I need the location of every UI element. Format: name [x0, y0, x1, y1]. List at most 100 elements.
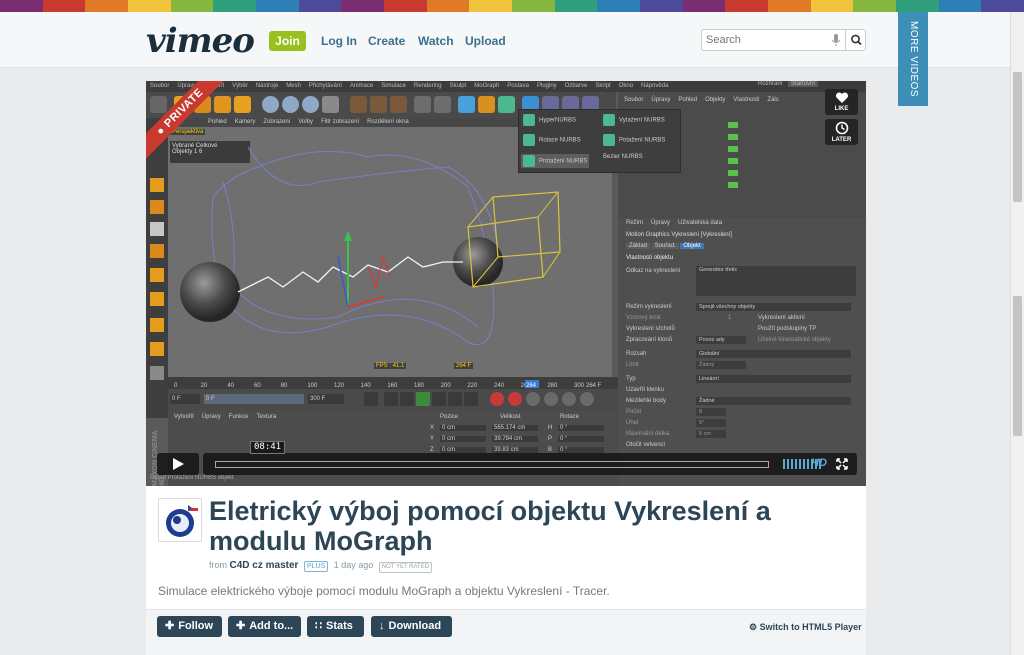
check-icon: [728, 182, 738, 188]
stripe-segment: [298, 0, 342, 12]
attr-row-value[interactable]: Žádné: [696, 397, 851, 405]
nurbs-item-label: Rotace NURBS: [539, 137, 581, 144]
object-manager-tab: Vlastnosti: [733, 97, 760, 103]
attr-subtab[interactable]: Základ: [626, 243, 651, 249]
frame-start-field[interactable]: 0 F: [170, 394, 200, 404]
coord-cell: P: [548, 436, 553, 442]
prev-frame-icon[interactable]: [400, 392, 414, 406]
play-icon[interactable]: [416, 392, 430, 406]
scale-key-icon[interactable]: [562, 392, 576, 406]
coord-cell[interactable]: 39.784 cm: [492, 436, 538, 442]
html5-switch-link[interactable]: ⚙ Switch to HTML5 Player: [749, 622, 862, 633]
attr-row-label: Typ: [626, 376, 636, 382]
nav-create-link[interactable]: Create: [368, 34, 405, 48]
tool-icon: [150, 318, 164, 332]
c4d-menu-item: Přichytávání: [308, 83, 342, 89]
cinema4d-logo-icon: [166, 505, 198, 537]
stats-button[interactable]: ∷ Stats: [307, 616, 364, 637]
attr-row-value[interactable]: 8: [696, 408, 726, 416]
clock-icon: [835, 121, 848, 135]
nurbs-item[interactable]: Vytažení NURBS: [603, 114, 665, 126]
attr-row-value[interactable]: Globální: [696, 350, 851, 358]
coord-cell[interactable]: 0 °: [558, 436, 604, 442]
attr-row-value[interactable]: Lineární: [696, 375, 851, 383]
nav-login-link[interactable]: Log In: [321, 34, 357, 48]
stripe-segment: [341, 0, 385, 12]
frame-range-field[interactable]: 0 F: [204, 394, 304, 404]
like-label: LIKE: [834, 106, 849, 112]
attr-right-label: Účelné kinematické objekty: [758, 337, 831, 343]
attr-row-value[interactable]: 5 cm: [696, 430, 726, 438]
stripe-segment: [85, 0, 129, 12]
stripe-segment: [896, 0, 939, 12]
nurbs-item[interactable]: HyperNURBS: [523, 114, 576, 126]
nurbs-item-label: Protažení NURBS: [539, 158, 588, 165]
scrollbar-thumb[interactable]: [1013, 72, 1022, 202]
watch-later-button[interactable]: LATER: [825, 119, 858, 145]
coord-cell[interactable]: 0 cm: [440, 425, 486, 431]
attr-row-value[interactable]: Žádný: [696, 361, 746, 369]
next-frame-icon[interactable]: [432, 392, 446, 406]
nav-watch-link[interactable]: Watch: [418, 34, 454, 48]
stripe-segment: [640, 0, 683, 12]
keyframe-icon[interactable]: [526, 392, 540, 406]
attr-row-value[interactable]: 5°: [696, 419, 726, 427]
author-avatar[interactable]: [158, 498, 202, 542]
nurbs-dropdown-menu[interactable]: HyperNURBS Vytažení NURBS Rotace NURBS P…: [518, 109, 681, 173]
record-icon[interactable]: [490, 392, 504, 406]
attr-section: Vlastnosti objektu: [626, 255, 674, 261]
attr-row-value[interactable]: Sprejit všechny objekty: [696, 303, 851, 311]
like-button[interactable]: LIKE: [825, 89, 858, 115]
nurbs-icon: [523, 114, 535, 126]
prev-key-icon[interactable]: [384, 392, 398, 406]
nurbs-item[interactable]: Bezier NURBS: [603, 154, 643, 160]
search-input[interactable]: [706, 33, 824, 47]
more-videos-tab[interactable]: MORE VIDEOS: [898, 12, 928, 106]
goto-end-icon[interactable]: [464, 392, 478, 406]
attr-row-value[interactable]: Povoz ady: [696, 336, 746, 344]
search-button[interactable]: [845, 30, 866, 50]
attr-row-value[interactable]: Generátor třetic: [696, 266, 856, 296]
layout-label: Rozhraní Startovní: [758, 81, 819, 87]
stripe-segment: [426, 0, 470, 12]
scrollbar-thumb-secondary[interactable]: [1013, 296, 1022, 436]
stripe-segment: [810, 0, 854, 12]
c4d-menu-item: Pluginy: [536, 83, 557, 89]
page-scrollbar[interactable]: [1010, 12, 1024, 655]
microphone-icon[interactable]: [830, 33, 842, 47]
rotation-key-icon[interactable]: [580, 392, 594, 406]
viewport-menu-item: Filtr zobrazení: [321, 119, 360, 125]
vimeo-logo[interactable]: vimeo: [146, 21, 255, 61]
download-button[interactable]: ↓ Download: [371, 616, 452, 637]
nurbs-item-selected[interactable]: Protažení NURBS: [521, 154, 590, 168]
coord-cell[interactable]: 565.174 cm: [492, 425, 538, 431]
next-key-icon[interactable]: [448, 392, 462, 406]
goto-start-icon[interactable]: [364, 392, 378, 406]
author-link[interactable]: C4D cz master: [230, 560, 299, 571]
progress-bar[interactable]: [215, 461, 769, 468]
video-player[interactable]: Soubor Úpravy Vytvořit Výběr Nástroje Mesh Při…: [146, 81, 866, 486]
attr-subtab[interactable]: Objekt: [680, 243, 704, 249]
autokey-icon[interactable]: [508, 392, 522, 406]
coord-cell[interactable]: 0 °: [558, 425, 604, 431]
rainbow-stripe: [0, 0, 1024, 12]
join-button[interactable]: Join: [269, 31, 306, 51]
attr-row-label: Mezilehlé body: [626, 398, 667, 404]
c4d-timeline[interactable]: 0204060801001201401601802002202402602803…: [168, 377, 618, 389]
frame-end-field[interactable]: 300 F: [308, 394, 344, 404]
follow-button[interactable]: ✚ Follow: [157, 616, 222, 637]
hd-toggle[interactable]: HD: [811, 457, 827, 469]
coord-cell[interactable]: 0 cm: [440, 436, 486, 442]
nurbs-item[interactable]: Rotace NURBS: [523, 134, 581, 146]
c4d-menu-item: Výběr: [232, 83, 248, 89]
position-key-icon[interactable]: [544, 392, 558, 406]
frame-label: 264 F: [454, 363, 474, 369]
nurbs-item[interactable]: Potažení NURBS: [603, 134, 665, 146]
fullscreen-icon[interactable]: [836, 458, 848, 470]
attr-subtab[interactable]: Souřad.: [651, 243, 679, 249]
nav-upload-link[interactable]: Upload: [465, 34, 506, 48]
play-button[interactable]: [157, 453, 199, 475]
layout-name: Rozhraní: [758, 81, 783, 87]
add-to-button[interactable]: ✚ Add to...: [228, 616, 301, 637]
coord-row: X 0 cm 565.174 cm H 0 °: [430, 425, 618, 435]
